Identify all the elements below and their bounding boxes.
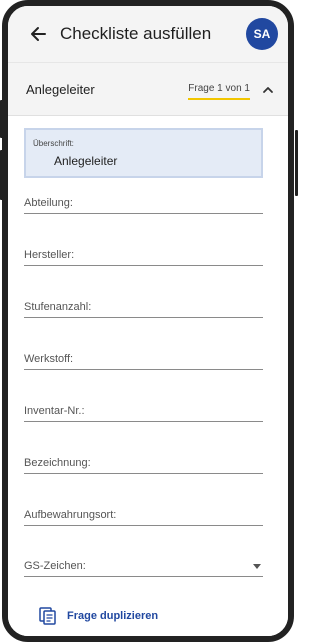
dropdown-arrow-icon[interactable] — [253, 564, 261, 569]
field-stufenanzahl[interactable]: Stufenanzahl: — [24, 298, 263, 318]
field-label: GS-Zeichen: — [24, 560, 86, 572]
heading-field-label: Überschrift: — [33, 139, 74, 148]
field-werkstoff[interactable]: Werkstoff: — [24, 350, 263, 370]
field-label: Bezeichnung: — [24, 457, 91, 469]
heading-field[interactable]: Überschrift: Anlegeleiter — [24, 128, 263, 178]
back-arrow-icon[interactable] — [28, 24, 48, 44]
avatar[interactable]: SA — [246, 18, 278, 50]
field-label: Abteilung: — [24, 197, 73, 209]
field-gs-zeichen-dropdown[interactable]: GS-Zeichen: — [24, 557, 263, 577]
chevron-up-icon[interactable] — [262, 83, 274, 95]
field-label: Stufenanzahl: — [24, 301, 92, 313]
page-title: Checkliste ausfüllen — [60, 24, 212, 43]
duplicate-question-button[interactable]: Frage duplizieren — [38, 606, 158, 626]
heading-field-value: Anlegeleiter — [54, 154, 118, 168]
section-title: Anlegeleiter — [26, 81, 95, 97]
volume-down-button — [0, 150, 3, 200]
phone-frame: Checkliste ausfüllen SA Anlegeleiter Fra… — [2, 0, 294, 642]
screen: Checkliste ausfüllen SA Anlegeleiter Fra… — [8, 6, 288, 636]
copy-icon — [38, 606, 58, 626]
field-aufbewahrungsort[interactable]: Aufbewahrungsort: — [24, 506, 263, 526]
field-inventar-nr[interactable]: Inventar-Nr.: — [24, 402, 263, 422]
app-bar: Checkliste ausfüllen SA — [8, 6, 288, 62]
volume-up-button — [0, 100, 3, 138]
field-label: Hersteller: — [24, 249, 75, 261]
field-label: Inventar-Nr.: — [24, 405, 85, 417]
field-bezeichnung[interactable]: Bezeichnung: — [24, 454, 263, 474]
field-abteilung[interactable]: Abteilung: — [24, 194, 263, 214]
field-label: Aufbewahrungsort: — [24, 509, 117, 521]
form-content: Überschrift: Anlegeleiter Abteilung: Her… — [8, 116, 288, 636]
power-button — [295, 130, 298, 196]
field-label: Werkstoff: — [24, 353, 74, 365]
field-hersteller[interactable]: Hersteller: — [24, 246, 263, 266]
question-counter: Frage 1 von 1 — [188, 83, 250, 100]
duplicate-question-label: Frage duplizieren — [67, 610, 159, 622]
question-section-header[interactable]: Anlegeleiter Frage 1 von 1 — [8, 62, 288, 116]
